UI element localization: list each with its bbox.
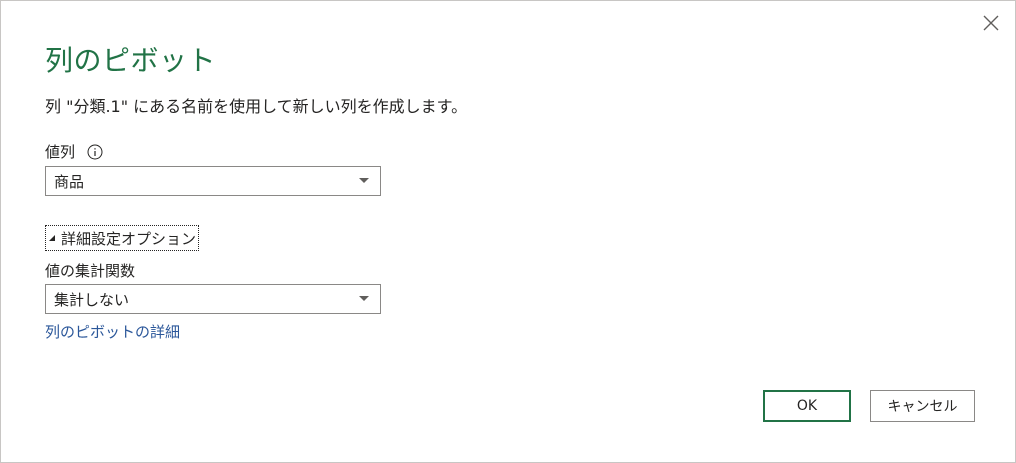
ok-button[interactable]: OK [763,390,851,422]
aggregate-function-label: 値の集計関数 [45,262,136,280]
info-icon[interactable] [87,144,103,160]
pivot-help-link[interactable]: 列のピボットの詳細 [45,321,180,342]
aggregate-function-selected: 集計しない [54,290,130,309]
close-icon [983,15,999,31]
value-column-label: 値列 [45,143,76,161]
aggregate-function-select[interactable]: 集計しない [45,284,381,314]
close-button[interactable] [977,9,1005,37]
value-column-label-row: 値列 [45,141,103,162]
advanced-options-label: 詳細設定オプション [61,229,197,248]
cancel-button[interactable]: キャンセル [870,390,975,422]
triangle-expanded-icon [49,235,55,241]
pivot-column-dialog: 列のピボット 列 "分類.1" にある名前を使用して新しい列を作成します。 値列… [0,0,1016,463]
chevron-down-icon [358,166,370,196]
dialog-description: 列 "分類.1" にある名前を使用して新しい列を作成します。 [45,97,468,116]
advanced-options-toggle[interactable]: 詳細設定オプション [45,225,200,251]
dialog-title: 列のピボット [45,44,217,77]
value-column-selected: 商品 [54,172,85,191]
value-column-select[interactable]: 商品 [45,166,381,196]
chevron-down-icon [358,284,370,314]
